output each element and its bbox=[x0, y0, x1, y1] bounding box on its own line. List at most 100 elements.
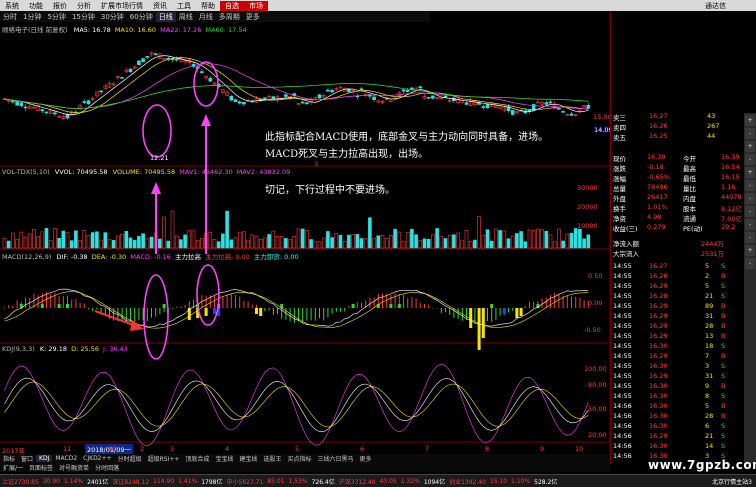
period-tab-daily[interactable]: 日线 bbox=[155, 11, 176, 22]
status-item: 深证8248.12 bbox=[112, 478, 150, 486]
tick-time: 14:55 bbox=[613, 332, 632, 340]
indicator-tab[interactable]: 选股王 bbox=[260, 454, 284, 463]
indicator-tab[interactable]: 三线六日黑马 bbox=[314, 454, 356, 463]
tick-time: 14:56 bbox=[613, 442, 632, 450]
volume-bar bbox=[460, 240, 465, 249]
volume-bar bbox=[99, 239, 103, 249]
orderbook-label: 卖五 bbox=[613, 134, 626, 142]
scroll-button[interactable]: - bbox=[745, 128, 755, 139]
indicator-tab[interactable]: 买点指标 bbox=[284, 454, 314, 463]
page-tab[interactable]: 对号融资单 bbox=[56, 463, 92, 472]
period-tab[interactable]: 1分钟 bbox=[20, 12, 44, 22]
candle-body bbox=[271, 96, 276, 100]
volume-bar bbox=[65, 232, 70, 249]
tick-row: 14:56 16.30 28 B bbox=[611, 412, 743, 421]
tick-row: 14:55 16.29 13 B bbox=[611, 332, 743, 341]
scroll-button[interactable]: - bbox=[745, 258, 755, 269]
status-item: 沪深3312.48 bbox=[338, 478, 376, 486]
status-item: 1.32% bbox=[400, 477, 420, 485]
scroll-button[interactable]: - bbox=[745, 154, 755, 165]
indicator-tab[interactable]: 顶底合成 bbox=[182, 454, 212, 463]
tick-time: 14:55 bbox=[613, 362, 632, 370]
status-item: 15.10 bbox=[489, 477, 508, 485]
scroll-button[interactable]: - bbox=[745, 219, 755, 230]
main-force-bar bbox=[502, 308, 506, 314]
status-item: 1.41% bbox=[178, 477, 198, 485]
indicator-tab[interactable]: MACD2 bbox=[52, 455, 80, 462]
quote-key: 最高 bbox=[683, 165, 696, 173]
volume-bar bbox=[578, 228, 582, 249]
menu-item-ext-market[interactable]: 扩展市场行情 bbox=[96, 1, 148, 11]
menu-item-system[interactable]: 系统 bbox=[0, 1, 24, 11]
xaxis-tick: 5 bbox=[295, 445, 300, 453]
page-tab[interactable]: 页面标签 bbox=[26, 463, 56, 472]
indicator-tab[interactable]: 建宝线 bbox=[236, 454, 260, 463]
macd-bar bbox=[445, 308, 446, 313]
page-tab[interactable]: 扩展/一 bbox=[0, 463, 26, 472]
candle-body bbox=[11, 100, 15, 103]
vvol-value: VVOL: 70495.58 bbox=[54, 168, 108, 176]
indicator-tab[interactable]: 更多 bbox=[356, 454, 374, 463]
scroll-button[interactable]: + bbox=[745, 167, 755, 178]
quote-panel: 卖三 16.27 43 卖四 16.26 267 卖五 16.25 44 现价 … bbox=[610, 11, 756, 464]
period-tab[interactable]: 多周期 bbox=[216, 12, 243, 22]
period-tab[interactable]: 月线 bbox=[196, 12, 216, 22]
menu-item-quote[interactable]: 报价 bbox=[48, 1, 72, 11]
tick-side: S bbox=[721, 262, 726, 270]
tick-price: 16.29 bbox=[649, 432, 668, 440]
period-tab[interactable]: 30分钟 bbox=[98, 12, 127, 22]
quote-row: 换手 1.01% 股本 8.12亿 bbox=[611, 203, 743, 213]
candle-body bbox=[19, 102, 24, 107]
menu-item-function[interactable]: 功能 bbox=[24, 1, 48, 11]
page-tab[interactable]: 分时回落 bbox=[92, 463, 122, 472]
menu-item-help[interactable]: 帮助 bbox=[196, 1, 220, 11]
period-tab[interactable]: 更多 bbox=[243, 12, 263, 22]
menu-item-tools[interactable]: 工具 bbox=[172, 1, 196, 11]
period-tab[interactable]: 周线 bbox=[176, 12, 196, 22]
tick-vol: 18 bbox=[705, 342, 714, 350]
menu-item-market[interactable]: 市场 bbox=[244, 0, 268, 11]
macd-signal-block bbox=[40, 304, 44, 308]
macd-bar bbox=[121, 308, 123, 320]
macd-bar bbox=[411, 297, 413, 308]
menu-item-watchlist[interactable]: 自选 bbox=[220, 0, 244, 11]
period-tab[interactable]: 15分钟 bbox=[69, 12, 98, 22]
scroll-button[interactable]: + bbox=[745, 115, 755, 126]
volume-bar bbox=[347, 234, 351, 249]
status-item: 1.53% bbox=[288, 477, 308, 485]
macd-bar bbox=[16, 300, 18, 308]
indicator-tab[interactable]: 宝宝线 bbox=[212, 454, 236, 463]
indicator-tab[interactable]: 分时超级 bbox=[115, 454, 145, 463]
indicator-tab[interactable]: CJKD2++ bbox=[80, 455, 114, 462]
tick-vol: 13 bbox=[705, 332, 714, 340]
tick-side: B bbox=[721, 272, 726, 280]
scroll-button[interactable]: - bbox=[745, 232, 755, 243]
annotation-line-1: 此指标配合MACD使用，底部金叉与主力动向同时具备，进场。 bbox=[265, 132, 549, 143]
quote-row: 涨幅 -0.65% 最低 16.15 bbox=[611, 173, 743, 183]
xaxis-ticks: 11 12 2 3 4 5 6 7 8 9 10 bbox=[0, 444, 610, 454]
period-tab[interactable]: 分时 bbox=[0, 12, 20, 22]
scroll-button[interactable]: - bbox=[745, 180, 755, 191]
menu-item-news[interactable]: 资讯 bbox=[148, 1, 172, 11]
indicator-tab[interactable]: 指标 bbox=[0, 454, 18, 463]
chart-canvas[interactable] bbox=[0, 22, 610, 454]
period-tab[interactable]: 60分钟 bbox=[127, 12, 156, 22]
flow-row-2: 大宗流入 2531万 bbox=[611, 248, 743, 258]
scroll-button[interactable]: - bbox=[745, 206, 755, 217]
volume-bar bbox=[284, 238, 288, 249]
scroll-button[interactable]: + bbox=[745, 141, 755, 152]
macd-bar bbox=[62, 295, 64, 308]
indicator-tab[interactable]: KDJ bbox=[36, 455, 53, 462]
main-up-label: 主力拉高 bbox=[175, 253, 202, 261]
period-tab[interactable]: 5分钟 bbox=[44, 12, 68, 22]
indicator-tab[interactable]: 超级RSI++ bbox=[145, 454, 183, 463]
candle-body bbox=[586, 105, 591, 109]
indicator-tab[interactable]: 窗口 bbox=[18, 454, 36, 463]
tick-price: 16.30 bbox=[649, 412, 668, 420]
side-scrollbar[interactable]: + - + - + - - - - - + - bbox=[744, 113, 756, 464]
scroll-button[interactable]: + bbox=[745, 245, 755, 256]
menu-item-analysis[interactable]: 分析 bbox=[72, 1, 96, 11]
tick-price: 16.29 bbox=[649, 322, 668, 330]
scroll-button[interactable]: - bbox=[745, 193, 755, 204]
volume-bar bbox=[19, 231, 24, 249]
